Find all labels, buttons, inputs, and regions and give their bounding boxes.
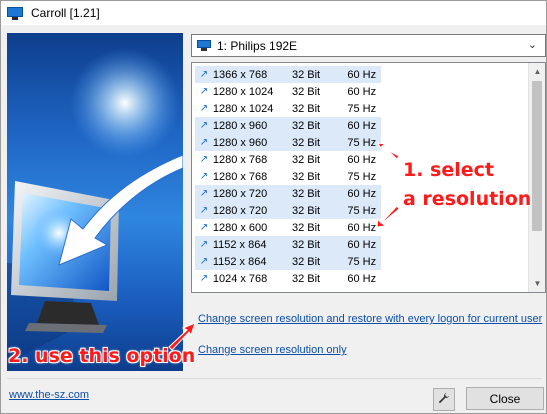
scrollbar-thumb[interactable] [532, 81, 542, 231]
window-title: Carroll [1.21] [31, 6, 100, 20]
refresh-rate-value: 75 Hz [347, 102, 377, 115]
refresh-rate-value: 60 Hz [347, 119, 377, 132]
refresh-rate-value: 60 Hz [347, 153, 377, 166]
monitor-dropdown[interactable]: 1: Philips 192E ⌄ [191, 34, 546, 57]
resolution-row[interactable]: ↗ 1280 x 720 32 Bit 75 Hz [195, 202, 381, 219]
refresh-rate-value: 75 Hz [347, 204, 377, 217]
refresh-rate-value: 60 Hz [347, 272, 377, 285]
resize-arrow-icon: ↗ [199, 137, 209, 148]
refresh-rate-value: 75 Hz [347, 136, 377, 149]
resize-arrow-icon: ↗ [199, 120, 209, 131]
footer-divider [7, 378, 542, 379]
resolution-value: 1366 x 768 [212, 68, 268, 81]
annotation-step1-line2: a resolution [403, 188, 532, 210]
resolution-row[interactable]: ↗ 1280 x 768 32 Bit 60 Hz [195, 151, 381, 168]
resize-arrow-icon: ↗ [199, 86, 209, 97]
resize-arrow-icon: ↗ [199, 273, 209, 284]
color-depth-value: 32 Bit [291, 170, 321, 183]
resize-arrow-icon: ↗ [199, 222, 209, 233]
settings-button[interactable] [433, 388, 455, 411]
refresh-rate-value: 75 Hz [347, 255, 377, 268]
website-link[interactable]: www.the-sz.com [9, 389, 89, 401]
refresh-rate-value: 60 Hz [347, 238, 377, 251]
chevron-down-icon: ⌄ [527, 39, 537, 51]
resize-arrow-icon: ↗ [199, 103, 209, 114]
refresh-rate-value: 60 Hz [347, 68, 377, 81]
resolution-value: 1280 x 960 [212, 119, 268, 132]
monitor-dropdown-value: 1: Philips 192E [217, 38, 298, 53]
resize-arrow-icon: ↗ [199, 239, 209, 250]
change-and-restore-link[interactable]: Change screen resolution and restore wit… [198, 313, 542, 325]
resolution-value: 1280 x 1024 [212, 85, 274, 98]
refresh-rate-value: 75 Hz [347, 170, 377, 183]
color-depth-value: 32 Bit [291, 85, 321, 98]
color-depth-value: 32 Bit [291, 136, 321, 149]
resolution-row[interactable]: ↗ 1152 x 864 32 Bit 60 Hz [195, 236, 381, 253]
resolution-value: 1280 x 1024 [212, 102, 274, 115]
close-button[interactable]: Close [466, 387, 544, 410]
change-only-link[interactable]: Change screen resolution only [198, 344, 347, 356]
color-depth-value: 32 Bit [291, 119, 321, 132]
resolution-row[interactable]: ↗ 1024 x 768 32 Bit 60 Hz [195, 270, 381, 287]
resolution-row[interactable]: ↗ 1280 x 720 32 Bit 60 Hz [195, 185, 381, 202]
monitor-illustration [7, 33, 183, 371]
resize-arrow-icon: ↗ [199, 154, 209, 165]
resolution-value: 1280 x 720 [212, 204, 268, 217]
resolution-row[interactable]: ↗ 1280 x 960 32 Bit 60 Hz [195, 117, 381, 134]
resize-arrow-icon: ↗ [199, 256, 209, 267]
resolution-value: 1024 x 768 [212, 272, 268, 285]
resolution-value: 1280 x 768 [212, 153, 268, 166]
refresh-rate-value: 60 Hz [347, 221, 377, 234]
resize-arrow-icon: ↗ [199, 188, 209, 199]
refresh-rate-value: 60 Hz [347, 85, 377, 98]
color-depth-value: 32 Bit [291, 255, 321, 268]
color-depth-value: 32 Bit [291, 221, 321, 234]
resolution-row[interactable]: ↗ 1152 x 864 32 Bit 75 Hz [195, 253, 381, 270]
resolution-row[interactable]: ↗ 1280 x 960 32 Bit 75 Hz [195, 134, 381, 151]
resolution-value: 1152 x 864 [212, 255, 267, 268]
resolution-row[interactable]: ↗ 1280 x 600 32 Bit 60 Hz [195, 219, 381, 236]
resolution-value: 1280 x 600 [212, 221, 268, 234]
annotation-step2: 2. use this option [8, 345, 196, 367]
resolution-value: 1152 x 864 [212, 238, 267, 251]
resolution-row[interactable]: ↗ 1280 x 768 32 Bit 75 Hz [195, 168, 381, 185]
annotation-step1-line1: 1. select [403, 159, 494, 181]
resize-arrow-icon: ↗ [199, 171, 209, 182]
refresh-rate-value: 60 Hz [347, 187, 377, 200]
color-depth-value: 32 Bit [291, 102, 321, 115]
color-depth-value: 32 Bit [291, 272, 321, 285]
resolution-value: 1280 x 768 [212, 170, 268, 183]
resize-arrow-icon: ↗ [199, 69, 209, 80]
color-depth-value: 32 Bit [291, 238, 321, 251]
color-depth-value: 32 Bit [291, 204, 321, 217]
wrench-icon [438, 392, 450, 407]
scroll-up-icon[interactable]: ▲ [529, 63, 545, 80]
resize-arrow-icon: ↗ [199, 205, 209, 216]
color-depth-value: 32 Bit [291, 187, 321, 200]
color-depth-value: 32 Bit [291, 68, 321, 81]
app-window: Carroll [1.21] 1: Philips 192E ⌄ ↗ 1366 … [0, 0, 547, 414]
resolution-value: 1280 x 960 [212, 136, 268, 149]
resolution-row[interactable]: ↗ 1366 x 768 32 Bit 60 Hz [195, 66, 381, 83]
resolution-value: 1280 x 720 [212, 187, 268, 200]
list-scrollbar[interactable]: ▲ ▼ [528, 63, 545, 292]
app-monitor-icon [7, 6, 23, 20]
scroll-down-icon[interactable]: ▼ [529, 275, 545, 292]
monitor-icon [197, 40, 211, 51]
resolution-row[interactable]: ↗ 1280 x 1024 32 Bit 60 Hz [195, 83, 381, 100]
color-depth-value: 32 Bit [291, 153, 321, 166]
title-bar: Carroll [1.21] [1, 1, 546, 25]
resolution-row[interactable]: ↗ 1280 x 1024 32 Bit 75 Hz [195, 100, 381, 117]
